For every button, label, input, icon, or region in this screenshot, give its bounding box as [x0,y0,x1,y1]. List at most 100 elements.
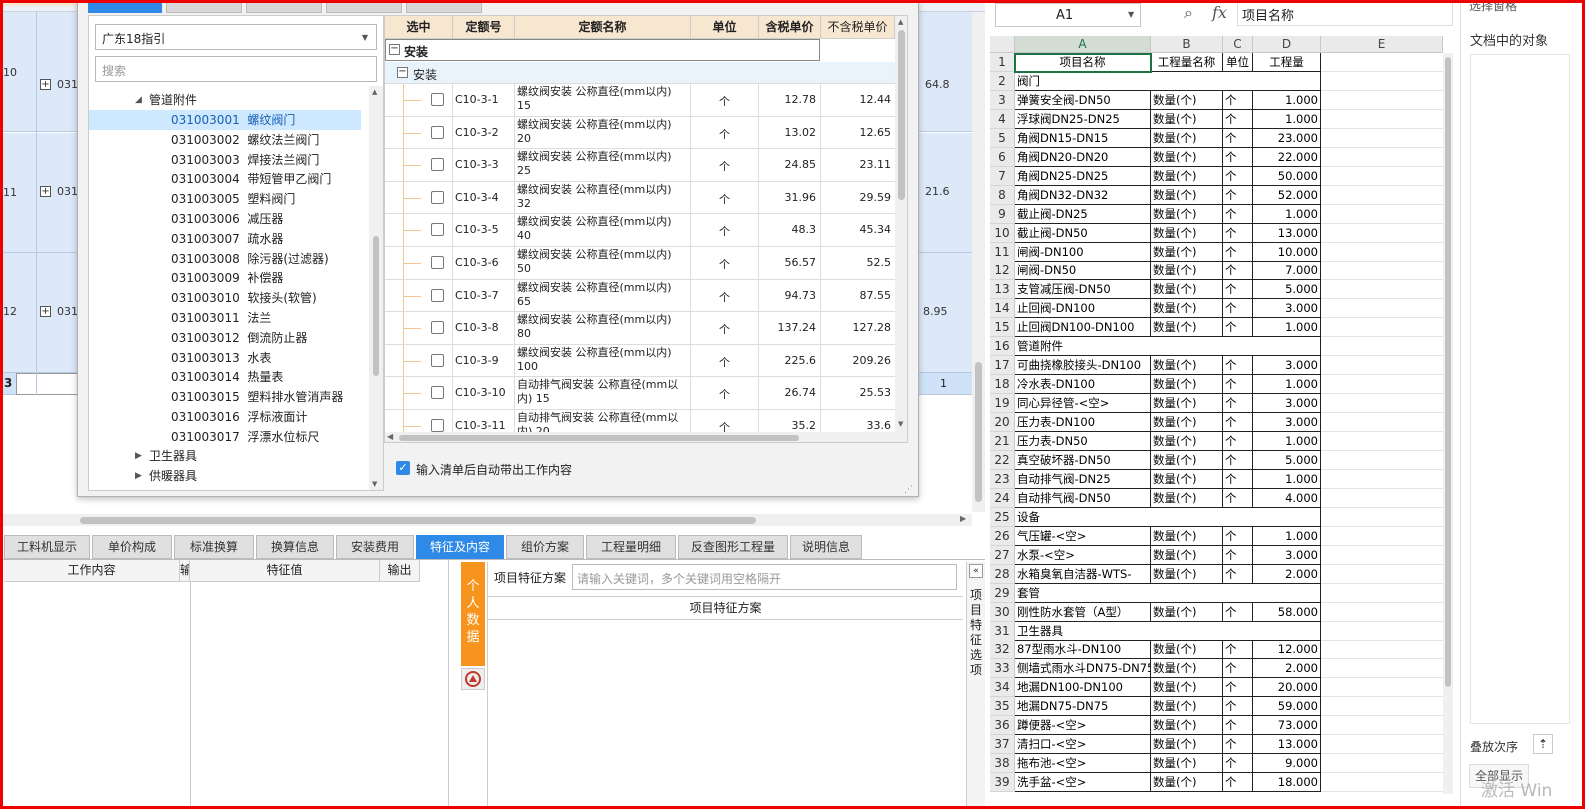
quantity-name-cell[interactable]: 数量(个) [1151,147,1223,167]
empty-cell[interactable] [1321,527,1443,546]
quantity-name-cell[interactable]: 数量(个) [1151,280,1223,300]
item-name-cell[interactable]: 截止阀-DN50 [1015,223,1151,243]
empty-cell[interactable] [1321,603,1443,622]
sheet-row[interactable]: 13 支管减压阀-DN50 数量(个) 个 5.000 [990,280,1453,300]
sheet-row[interactable]: 33 侧墙式雨水斗DN75-DN75 数量(个) 个 2.000 [990,659,1453,679]
quantity-name-cell[interactable]: 数量(个) [1151,242,1223,262]
row-number[interactable]: 28 [990,564,1015,584]
quantity-cell[interactable]: 3.000 [1253,356,1321,376]
dialog-tab[interactable] [166,1,242,13]
bottom-tab[interactable]: 工料机显示 [4,535,90,559]
row-checkbox[interactable] [431,223,444,237]
unit-cell[interactable]: 个 [1223,394,1253,414]
quantity-name-cell[interactable]: 数量(个) [1151,185,1223,205]
sheet-row[interactable]: 31 卫生器具 [990,621,1453,641]
sheet-row[interactable]: 11 闸阀-DN100 数量(个) 个 10.000 [990,242,1453,262]
expand-icon[interactable]: + [40,186,51,197]
row-number[interactable]: 9 [990,204,1015,224]
item-name-cell[interactable]: 清扫口-<空> [1015,735,1151,755]
tree-node-item[interactable]: 031003003 焊接法兰阀门 [89,150,361,170]
unit-cell[interactable]: 个 [1223,204,1253,224]
quantity-name-cell[interactable]: 工程量名称 [1151,53,1223,72]
item-name-cell[interactable]: 止回阀DN100-DN100 [1015,318,1151,338]
item-name-cell[interactable]: 压力表-DN50 [1015,432,1151,451]
row-number[interactable]: 33 [990,659,1015,679]
item-name-cell[interactable]: 角阀DN20-DN20 [1015,147,1151,167]
column-header-d[interactable]: D [1253,36,1321,53]
quantity-name-cell[interactable]: 数量(个) [1151,716,1223,736]
group-row-2[interactable]: − 安装 [385,62,895,84]
quantity-cell[interactable]: 7.000 [1253,261,1321,281]
cell-editor[interactable] [16,373,78,395]
unit-cell[interactable]: 个 [1223,299,1253,319]
quantity-cell[interactable]: 12.000 [1253,640,1321,660]
fx-icon[interactable]: fx [1212,3,1227,22]
quantity-name-cell[interactable]: 数量(个) [1151,450,1223,470]
row-number[interactable]: 29 [990,583,1015,603]
quantity-cell[interactable]: 52.000 [1253,185,1321,205]
quantity-name-cell[interactable]: 数量(个) [1151,204,1223,224]
quantity-cell[interactable]: 1.000 [1253,90,1321,110]
bottom-tab[interactable]: 单价构成 [92,535,172,559]
sheet-row[interactable]: 6 角阀DN20-DN20 数量(个) 个 22.000 [990,147,1453,167]
sheet-row[interactable]: 32 87型雨水斗-DN100 数量(个) 个 12.000 [990,640,1453,660]
empty-cell[interactable] [1321,394,1443,414]
item-name-cell[interactable]: 地漏DN100-DN100 [1015,678,1151,698]
item-name-cell[interactable]: 水箱臭氧自洁器-WTS- [1015,564,1151,584]
row-number[interactable]: 2 [990,71,1015,91]
unit-cell[interactable]: 个 [1223,375,1253,395]
tree-node-item[interactable]: 031003001 螺纹阀门 [89,110,361,130]
personal-data-button[interactable]: 个人数据 [461,562,485,666]
quantity-cell[interactable]: 13.000 [1253,223,1321,243]
unit-cell[interactable]: 个 [1223,773,1253,793]
row-number[interactable]: 4 [990,109,1015,129]
row-number[interactable]: 10 [990,223,1015,243]
unit-cell[interactable]: 个 [1223,735,1253,755]
row-number[interactable]: 30 [990,602,1015,622]
quantity-cell[interactable]: 59.000 [1253,697,1321,717]
row-number[interactable]: 8 [990,185,1015,205]
row-checkbox[interactable] [431,353,444,367]
bottom-tab[interactable]: 反查图形工程量 [678,535,788,559]
quantity-cell[interactable]: 5.000 [1253,450,1321,470]
row-number[interactable]: 32 [990,640,1015,660]
dialog-tab[interactable] [326,1,402,13]
item-name-cell[interactable]: 气压罐-<空> [1015,526,1151,546]
objects-list[interactable] [1470,54,1570,724]
sheet-row[interactable]: 15 止回阀DN100-DN100 数量(个) 个 1.000 [990,318,1453,338]
sheet-row[interactable]: 27 水泵-<空> 数量(个) 个 3.000 [990,545,1453,565]
quantity-cell[interactable]: 1.000 [1253,109,1321,129]
formula-bar[interactable]: 项目名称 [1237,0,1453,26]
row-number[interactable]: 6 [990,147,1015,167]
tree-node-sibling[interactable]: ▶ 供暖器具 [89,466,361,486]
row-checkbox[interactable] [431,419,444,432]
item-name-cell[interactable]: 角阀DN15-DN15 [1015,128,1151,148]
quantity-name-cell[interactable]: 数量(个) [1151,375,1223,395]
dialog-tab[interactable] [246,1,322,13]
row-number[interactable]: 21 [990,432,1015,451]
sheet-vertical-scrollbar[interactable] [1443,53,1453,794]
row-checkbox[interactable] [431,256,444,269]
guide-selector[interactable]: 广东18指引 ▼ [95,24,377,50]
unit-cell[interactable]: 个 [1223,450,1253,470]
empty-cell[interactable] [1321,167,1443,186]
quantity-name-cell[interactable]: 数量(个) [1151,261,1223,281]
quantity-cell[interactable]: 9.000 [1253,754,1321,774]
feature-value-header[interactable]: 特征值 [190,560,380,582]
quantity-name-cell[interactable]: 数量(个) [1151,640,1223,660]
row-number[interactable]: 22 [990,450,1015,470]
empty-cell[interactable] [1321,489,1443,508]
item-name-cell[interactable]: 支管减压阀-DN50 [1015,280,1151,300]
tree-node-item[interactable]: 031003010 软接头(软管) [89,288,361,308]
empty-cell[interactable] [1321,565,1443,584]
empty-cell[interactable] [1321,356,1443,376]
tree-node-item[interactable]: 031003005 塑料阀门 [89,189,361,209]
column-header-c[interactable]: C [1223,36,1253,53]
unit-cell[interactable]: 个 [1223,564,1253,584]
row-number[interactable]: 11 [990,242,1015,262]
quota-row[interactable]: C10-3-10 自动排气阀安装 公称直径(mm以 内) 15 个 26.74 25.53 [385,377,895,410]
quantity-cell[interactable]: 2.000 [1253,564,1321,584]
empty-cell[interactable] [1321,337,1443,357]
quantity-cell[interactable]: 3.000 [1253,299,1321,319]
sheet-row[interactable]: 5 角阀DN15-DN15 数量(个) 个 23.000 [990,128,1453,148]
